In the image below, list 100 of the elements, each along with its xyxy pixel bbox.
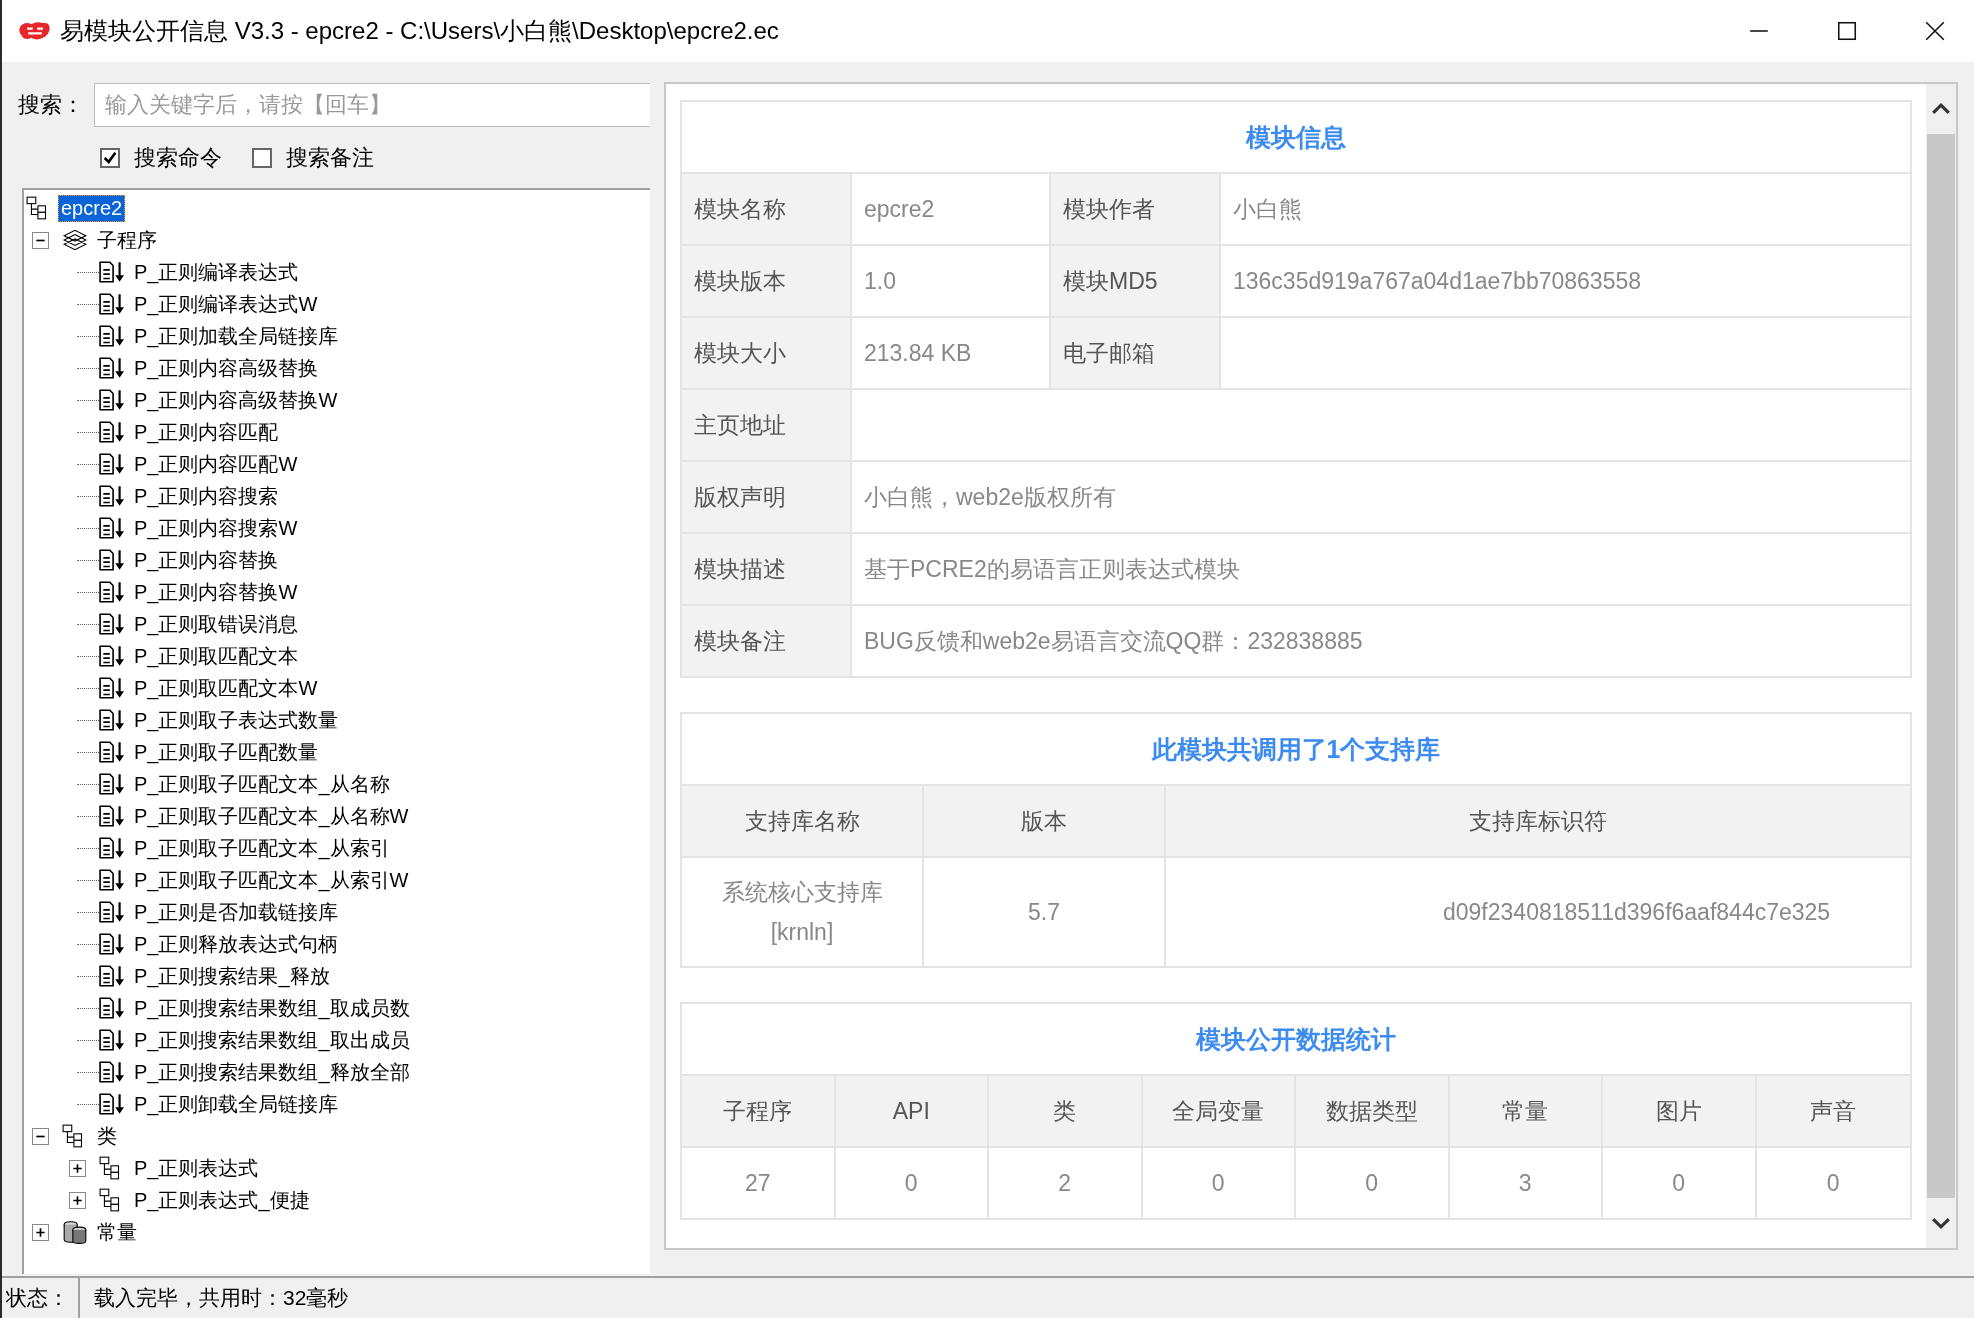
tree-item[interactable]: P_正则内容搜索 <box>131 480 282 512</box>
tree-item[interactable]: P_正则表达式_便捷 <box>131 1184 313 1216</box>
tree-item[interactable]: P_正则取子匹配数量 <box>131 736 322 768</box>
document-arrow-icon <box>99 835 125 861</box>
field-value: epcre2 <box>864 195 935 223</box>
field-value: 213.84 KB <box>864 339 972 367</box>
expander-icon[interactable] <box>69 1191 86 1209</box>
field-label: 主页地址 <box>682 390 852 460</box>
tree-item[interactable]: P_正则内容搜索W <box>131 512 301 544</box>
close-icon[interactable] <box>1924 20 1946 42</box>
tree-item[interactable]: P_正则取子匹配文本_从名称W <box>131 800 412 832</box>
tree-item[interactable]: P_正则内容匹配 <box>131 416 282 448</box>
expander-icon[interactable] <box>32 231 49 249</box>
tree-item[interactable]: P_正则搜索结果数组_取出成员 <box>131 1024 413 1056</box>
expander-icon[interactable] <box>69 1159 86 1177</box>
field-value: 小白熊 <box>1233 194 1302 224</box>
field-value: 基于PCRE2的易语言正则表达式模块 <box>864 554 1240 584</box>
tree-item[interactable]: P_正则取子表达式数量 <box>131 704 342 736</box>
maximize-icon[interactable] <box>1836 20 1858 42</box>
section-title: 此模块共调用了1个支持库 <box>1150 733 1442 765</box>
tree-item[interactable]: P_正则内容替换W <box>131 576 301 608</box>
section-title: 模块信息 <box>1244 121 1347 153</box>
tree-item[interactable]: P_正则卸载全局链接库 <box>131 1088 342 1120</box>
document-arrow-icon <box>99 483 125 509</box>
document-arrow-icon <box>99 259 125 285</box>
checkbox-label[interactable]: 搜索命令 <box>134 143 222 173</box>
document-arrow-icon <box>99 1091 125 1117</box>
field-label: 版权声明 <box>682 462 852 532</box>
cylinders-icon <box>62 1219 88 1245</box>
tree-item[interactable]: P_正则取错误消息 <box>131 608 302 640</box>
tree-item[interactable]: P_正则取子匹配文本_从索引 <box>131 832 393 864</box>
column-header: 常量 <box>1449 1076 1603 1146</box>
checkbox[interactable] <box>252 148 272 168</box>
search-label: 搜索： <box>18 91 85 119</box>
tree-item[interactable]: P_正则是否加载链接库 <box>131 896 342 928</box>
tree-item[interactable]: 子程序 <box>94 224 160 256</box>
document-arrow-icon <box>99 547 125 573</box>
window-title: 易模块公开信息 V3.3 - epcre2 - C:\Users\小白熊\Desktop\epcre2.ec <box>60 16 779 46</box>
stack-icon <box>62 227 88 253</box>
tree-item[interactable]: P_正则内容替换 <box>131 544 282 576</box>
tree-item[interactable]: 类 <box>94 1120 120 1152</box>
tree-item[interactable]: P_正则释放表达式句柄 <box>131 928 342 960</box>
table-cell: 2 <box>989 1148 1143 1218</box>
tree-item[interactable]: P_正则编译表达式 <box>131 256 302 288</box>
section-title: 模块公开数据统计 <box>1194 1023 1397 1055</box>
status-label: 状态： <box>2 1278 80 1318</box>
document-arrow-icon <box>99 899 125 925</box>
field-label: 模块版本 <box>682 246 852 316</box>
table-cell: 0 <box>1142 1148 1296 1218</box>
table-cell: 27 <box>682 1148 836 1218</box>
tree-item[interactable]: P_正则取匹配文本 <box>131 640 302 672</box>
expander-icon[interactable] <box>32 1223 49 1241</box>
field-value: BUG反馈和web2e易语言交流QQ群：232838885 <box>864 626 1363 656</box>
tree-item[interactable]: P_正则内容匹配W <box>131 448 301 480</box>
document-arrow-icon <box>99 515 125 541</box>
checkbox-label[interactable]: 搜索备注 <box>286 143 374 173</box>
field-value: 136c35d919a767a04d1ae7bb70863558 <box>1233 267 1642 295</box>
tree-item[interactable]: P_正则表达式 <box>131 1152 262 1184</box>
scrollbar-thumb[interactable] <box>1927 134 1955 1198</box>
tree-item[interactable]: 常量 <box>94 1216 140 1248</box>
field-label: 模块作者 <box>1051 174 1221 244</box>
tree-item[interactable]: P_正则取子匹配文本_从名称 <box>131 768 393 800</box>
tree-item[interactable]: P_正则搜索结果数组_取成员数 <box>131 992 413 1024</box>
table-cell: 0 <box>1296 1148 1450 1218</box>
field-label: 模块大小 <box>682 318 852 388</box>
table-cell: 系统核心支持库 [krnln] <box>682 858 924 966</box>
document-arrow-icon <box>99 1027 125 1053</box>
status-text: 载入完毕，共用时：32毫秒 <box>93 1285 349 1311</box>
document-arrow-icon <box>99 323 125 349</box>
tree-item[interactable]: P_正则内容高级替换W <box>131 384 341 416</box>
column-header: 支持库名称 <box>682 786 924 856</box>
tree-item[interactable]: P_正则取匹配文本W <box>131 672 321 704</box>
tree-item[interactable]: P_正则内容高级替换 <box>131 352 322 384</box>
search-field[interactable]: 输入关键字后，请按【回车】 <box>94 83 650 127</box>
tree-item[interactable]: P_正则搜索结果数组_释放全部 <box>131 1056 413 1088</box>
field-label: 模块描述 <box>682 534 852 604</box>
document-arrow-icon <box>99 579 125 605</box>
tree-item[interactable]: P_正则编译表达式W <box>131 288 321 320</box>
checkbox[interactable] <box>100 148 120 168</box>
column-header: 支持库标识符 <box>1468 806 1608 836</box>
field-label: 模块名称 <box>682 174 852 244</box>
column-header: 子程序 <box>682 1076 836 1146</box>
document-arrow-icon <box>99 867 125 893</box>
column-header: 版本 <box>924 786 1166 856</box>
tree-item[interactable]: P_正则取子匹配文本_从索引W <box>131 864 412 896</box>
field-value: 小白熊，web2e版权所有 <box>864 482 1116 512</box>
table-cell: 5.7 <box>924 858 1166 966</box>
document-arrow-icon <box>99 931 125 957</box>
tree-item[interactable]: epcre2 <box>58 194 126 222</box>
column-header: 全局变量 <box>1142 1076 1296 1146</box>
table-cell-text: d09f2340818511d396f6aaf844c7e325 <box>1442 898 1832 927</box>
tree-item[interactable]: P_正则搜索结果_释放 <box>131 960 333 992</box>
table-cell: 0 <box>835 1148 989 1218</box>
expander-icon[interactable] <box>32 1127 49 1145</box>
document-arrow-icon <box>99 291 125 317</box>
tree-item[interactable]: P_正则加载全局链接库 <box>131 320 342 352</box>
document-arrow-icon <box>99 451 125 477</box>
document-arrow-icon <box>99 963 125 989</box>
field-label: 模块MD5 <box>1051 246 1221 316</box>
column-header: 声音 <box>1809 1096 1858 1126</box>
